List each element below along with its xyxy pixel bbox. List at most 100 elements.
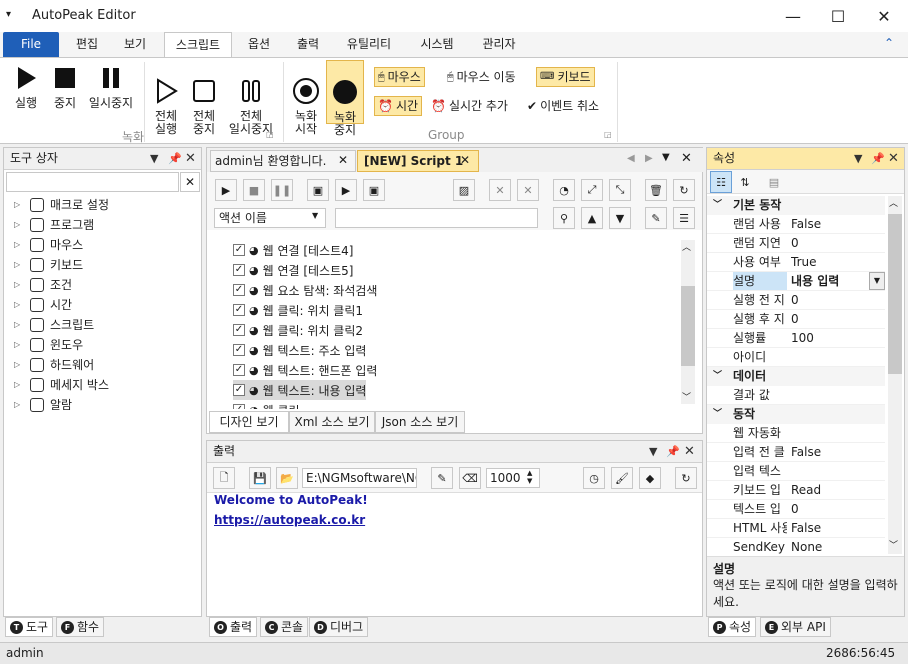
- trash-icon[interactable]: 🗑: [645, 179, 667, 201]
- filter-input[interactable]: [335, 208, 538, 228]
- property-value[interactable]: 100: [791, 329, 885, 347]
- filter-select[interactable]: 액션 이름: [214, 208, 326, 228]
- move-up-icon[interactable]: ▲: [581, 207, 603, 229]
- action-row[interactable]: ✓ ◕ 웹 텍스트: 주소 입력: [233, 340, 366, 360]
- tab-tools[interactable]: T 도구: [5, 617, 54, 637]
- clean-icon[interactable]: ✎: [645, 207, 667, 229]
- expand-arrow-icon[interactable]: ▷: [14, 315, 24, 335]
- toolbox-item[interactable]: ▷ 키보드: [14, 255, 83, 275]
- property-row[interactable]: 랜덤 사용 False: [707, 215, 885, 234]
- collapse-chevron-icon[interactable]: ﹀: [713, 196, 722, 214]
- property-value[interactable]: False: [791, 519, 885, 537]
- sort-alpha-icon[interactable]: ⇅: [734, 171, 756, 193]
- action-checkbox[interactable]: ✓: [233, 384, 245, 396]
- expand-arrow-icon[interactable]: ▷: [14, 195, 24, 215]
- tab-functions[interactable]: F 함수: [56, 617, 105, 637]
- menu-edit[interactable]: 편집: [68, 32, 106, 57]
- property-row[interactable]: 웹 자동화: [707, 424, 885, 443]
- expand-arrow-icon[interactable]: ▷: [14, 355, 24, 375]
- expand-arrow-icon[interactable]: ▷: [14, 395, 24, 415]
- action-row[interactable]: ✓ ◕ 웹 텍스트: 핸드폰 입력: [233, 360, 377, 380]
- scroll-up-icon[interactable]: ︿: [682, 240, 691, 253]
- property-row[interactable]: 입력 전 클 False: [707, 443, 885, 462]
- action-row[interactable]: ✓ ◕ 웹 클릭: 위치 클릭1: [233, 300, 363, 320]
- action-checkbox[interactable]: ✓: [233, 404, 245, 409]
- expand-arrow-icon[interactable]: ▷: [14, 255, 24, 275]
- toolbox-item[interactable]: ▷ 프로그램: [14, 215, 94, 235]
- pause-button[interactable]: 일시중지: [84, 64, 138, 110]
- stepper-arrows-icon[interactable]: ▲ ▼: [527, 469, 532, 485]
- speed-icon[interactable]: ◔: [553, 179, 575, 201]
- toolbox-item[interactable]: ▷ 하드웨어: [14, 355, 94, 375]
- dropdown-icon[interactable]: ▼: [649, 441, 657, 463]
- collapse-chevron-icon[interactable]: ﹀: [713, 367, 722, 385]
- toolbox-item[interactable]: ▷ 윈도우: [14, 335, 83, 355]
- image-icon[interactable]: ▨: [453, 179, 475, 201]
- menu-admin[interactable]: 관리자: [474, 32, 524, 57]
- action-row[interactable]: ✓ ◕ 웹 클릭: [233, 400, 300, 409]
- expand-arrow-icon[interactable]: ▷: [14, 235, 24, 255]
- record-start-button[interactable]: 녹화 시작: [288, 64, 324, 149]
- tab-properties[interactable]: P 속성: [708, 617, 757, 637]
- stop-all-button[interactable]: 전체 중지: [186, 64, 222, 149]
- realtime-add-toggle[interactable]: ⏰ 실시간 추가: [428, 96, 511, 116]
- run-to-icon[interactable]: ▣: [363, 179, 385, 201]
- tab-external-api[interactable]: E 외부 API: [760, 617, 831, 637]
- scroll-thumb[interactable]: [888, 214, 902, 374]
- menu-utility[interactable]: 유틸리티: [338, 32, 400, 57]
- property-row[interactable]: 실행률 100: [707, 329, 885, 348]
- stop-script-icon[interactable]: ■: [243, 179, 265, 201]
- menu-options[interactable]: 옵션: [240, 32, 278, 57]
- categorized-icon[interactable]: ☷: [710, 171, 732, 193]
- new-log-icon[interactable]: 🗋: [213, 467, 235, 489]
- keyboard-toggle[interactable]: ⌨ 키보드: [536, 67, 595, 87]
- action-checkbox[interactable]: ✓: [233, 304, 245, 316]
- close-icon[interactable]: ✕: [888, 148, 899, 170]
- property-row[interactable]: SendKey 사 None: [707, 538, 885, 554]
- property-category[interactable]: ﹀ 기본 동작: [707, 196, 885, 215]
- action-checkbox[interactable]: ✓: [233, 264, 245, 276]
- pin-icon[interactable]: 📌: [871, 148, 885, 170]
- run-button[interactable]: 실행: [8, 64, 44, 110]
- scroll-right-icon[interactable]: ▶: [645, 153, 653, 164]
- property-row[interactable]: 설명 내용 입력 ▼: [707, 272, 885, 291]
- clear-search-icon[interactable]: ✕: [180, 172, 200, 192]
- move-down-icon[interactable]: ▼: [609, 207, 631, 229]
- refresh-icon[interactable]: ↻: [675, 467, 697, 489]
- scroll-up-icon[interactable]: ︿: [889, 196, 898, 209]
- list-icon[interactable]: ☰: [673, 207, 695, 229]
- action-checkbox[interactable]: ✓: [233, 364, 245, 376]
- pin-icon[interactable]: 📌: [168, 148, 182, 170]
- property-value[interactable]: 0: [791, 234, 885, 252]
- toolbox-item[interactable]: ▷ 알람: [14, 395, 72, 415]
- save-icon[interactable]: 💾: [249, 467, 271, 489]
- menu-view[interactable]: 보기: [116, 32, 154, 57]
- expand-icon[interactable]: ⤢: [581, 179, 603, 201]
- tab-welcome-close-icon[interactable]: ✕: [338, 153, 348, 167]
- expand-arrow-icon[interactable]: ▷: [14, 295, 24, 315]
- group-launcher-icon[interactable]: ◲: [266, 130, 274, 139]
- website-link[interactable]: https://autopeak.co.kr: [214, 513, 365, 527]
- toolbox-item[interactable]: ▷ 스크립트: [14, 315, 94, 335]
- search-icon[interactable]: ⚲: [553, 207, 575, 229]
- action-row[interactable]: ✓ ◕ 웹 연결 [테스트5]: [233, 260, 353, 280]
- delete-icon[interactable]: ✕: [489, 179, 511, 201]
- property-scrollbar[interactable]: ︿ ﹀: [888, 196, 902, 554]
- action-row[interactable]: ✓ ◕ 웹 요소 탐색: 좌석검색: [233, 280, 377, 300]
- fill-icon[interactable]: ◆: [639, 467, 661, 489]
- action-row[interactable]: ✓ ◕ 웹 클릭: 위치 클릭2: [233, 320, 363, 340]
- dropdown-icon[interactable]: ▼: [150, 148, 158, 170]
- property-value[interactable]: Read: [791, 481, 885, 499]
- property-value[interactable]: None: [791, 538, 885, 554]
- expand-arrow-icon[interactable]: ▷: [14, 375, 24, 395]
- pause-script-icon[interactable]: ❚❚: [271, 179, 293, 201]
- clock-icon[interactable]: ◷: [583, 467, 605, 489]
- tab-list-icon[interactable]: ▼: [662, 152, 670, 163]
- property-row[interactable]: HTML 사용 False: [707, 519, 885, 538]
- record-stop-button[interactable]: 녹화 중지: [326, 60, 364, 137]
- tab-welcome[interactable]: admin님 환영합니다.: [210, 150, 356, 172]
- property-row[interactable]: 실행 전 지 0: [707, 291, 885, 310]
- tab-json-view[interactable]: Json 소스 보기: [375, 411, 465, 433]
- property-row[interactable]: 실행 후 지 0: [707, 310, 885, 329]
- expand-arrow-icon[interactable]: ▷: [14, 335, 24, 355]
